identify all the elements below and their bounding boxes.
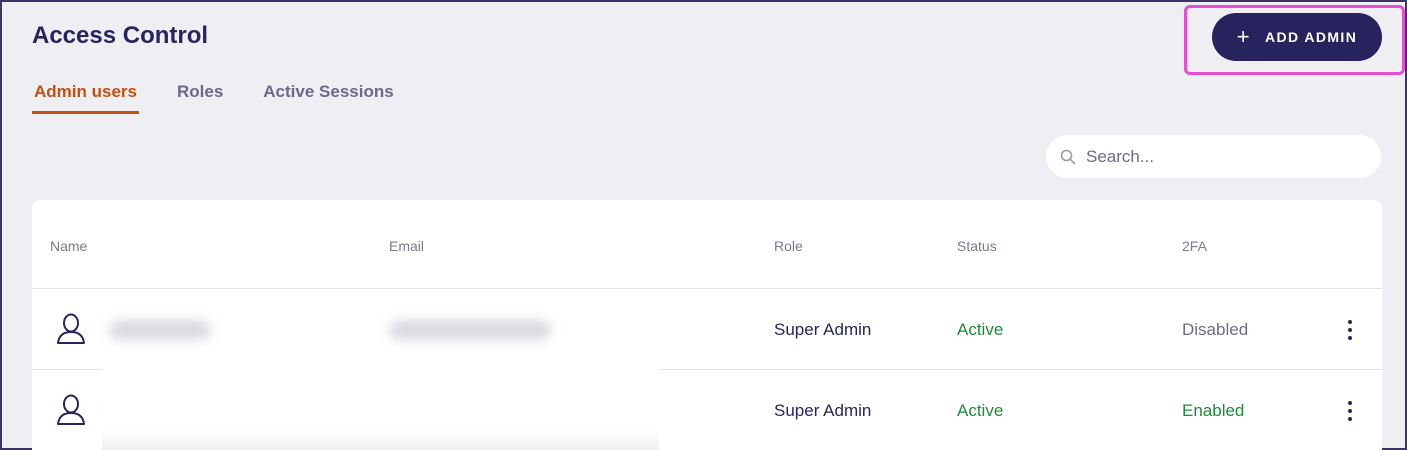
redacted-email	[390, 321, 550, 339]
user-icon	[57, 394, 85, 425]
add-admin-button[interactable]: + ADD ADMIN	[1212, 13, 1382, 61]
tab-roles[interactable]: Roles	[175, 80, 225, 114]
search-icon	[1060, 149, 1076, 164]
column-header-email[interactable]: Email	[389, 238, 424, 254]
role-value: Super Admin	[774, 320, 872, 339]
tab-admin-users[interactable]: Admin users	[32, 80, 139, 114]
column-header-2fa[interactable]: 2FA	[1182, 238, 1207, 254]
role-value: Super Admin	[774, 401, 872, 420]
twofa-value: Enabled	[1182, 401, 1245, 420]
status-value: Active	[957, 320, 1004, 339]
column-header-role[interactable]: Role	[774, 238, 803, 254]
status-value: Active	[957, 401, 1004, 420]
redaction-overlay	[102, 352, 659, 450]
column-header-name[interactable]: Name	[50, 238, 87, 254]
redacted-name	[110, 321, 210, 339]
plus-icon: +	[1236, 24, 1252, 49]
column-header-status[interactable]: Status	[957, 238, 997, 254]
tab-active-sessions[interactable]: Active Sessions	[261, 80, 395, 114]
tab-bar: Admin users Roles Active Sessions	[32, 80, 432, 114]
twofa-value: Disabled	[1182, 320, 1249, 339]
page-title: Access Control	[32, 22, 209, 49]
add-admin-label: ADD ADMIN	[1265, 29, 1358, 45]
search-box[interactable]	[1046, 135, 1381, 178]
row-actions-menu-icon[interactable]	[1342, 319, 1358, 341]
search-input[interactable]	[1086, 146, 1346, 167]
user-icon	[57, 313, 85, 344]
row-actions-menu-icon[interactable]	[1342, 400, 1358, 422]
